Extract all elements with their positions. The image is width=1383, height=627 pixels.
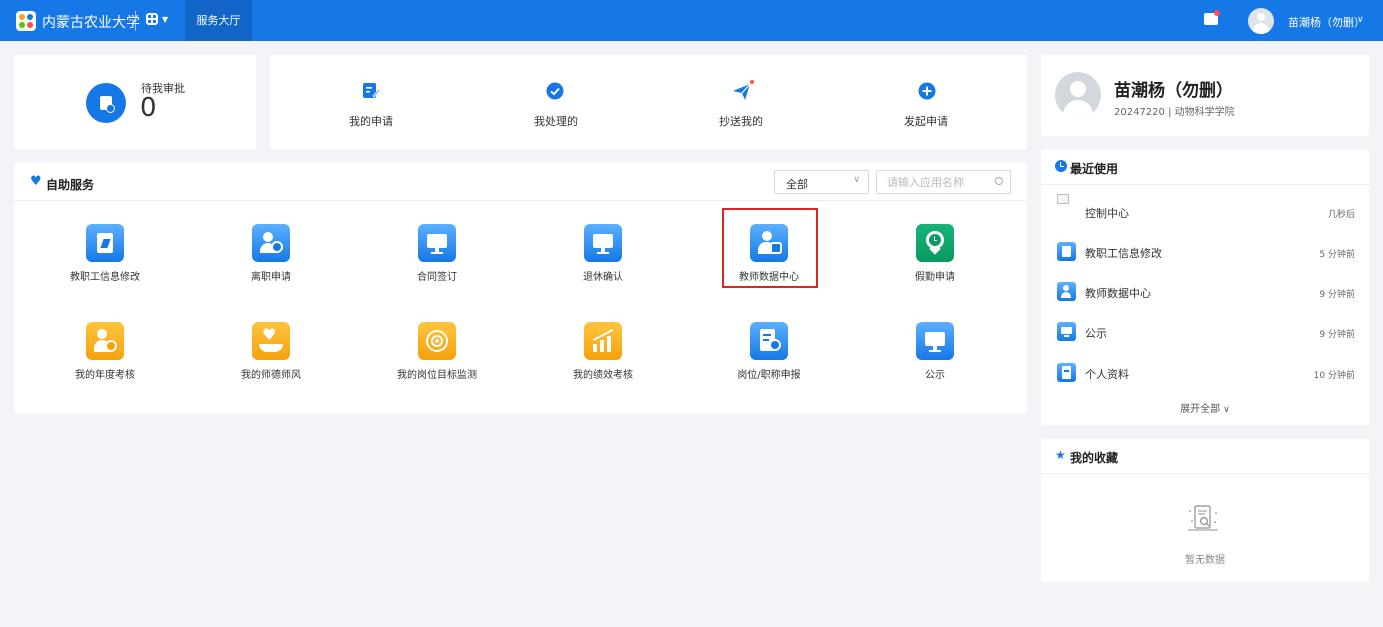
school-name[interactable]: 内蒙古农业大学: [42, 12, 140, 32]
recent-item[interactable]: 教师数据中心 9 分钟前: [1041, 272, 1369, 312]
app-post-target-monitor[interactable]: 我的岗位目标监测: [382, 322, 492, 394]
expand-all-button[interactable]: 展开全部 ∨: [1041, 400, 1369, 415]
paper-plane-icon: [733, 80, 754, 100]
app-annual-assessment[interactable]: 我的年度考核: [50, 322, 160, 394]
app-staff-info-edit[interactable]: 教职工信息修改: [50, 224, 160, 296]
monitor-icon: [418, 224, 456, 262]
recent-title: 最近使用: [1070, 162, 1119, 176]
target-icon: [418, 322, 456, 360]
chevron-down-icon: ∨: [1223, 405, 1230, 415]
location-clock-icon: [916, 224, 954, 262]
user-name[interactable]: 苗潮杨（勿删）: [1288, 14, 1365, 30]
monitor-icon: [1057, 322, 1076, 341]
quick-actions-card: [270, 55, 1027, 149]
app-switcher-icon[interactable]: [146, 13, 158, 25]
star-icon: ★: [1055, 448, 1066, 462]
app-contract-signing[interactable]: 合同签订: [382, 224, 492, 296]
select-value: 全部: [786, 178, 808, 191]
app-retirement-confirm[interactable]: 退休确认: [548, 224, 658, 296]
user-remove-icon: [252, 224, 290, 262]
chevron-down-icon: ∨: [853, 175, 860, 185]
pending-count[interactable]: 0: [140, 93, 157, 123]
profile-name: 苗潮杨（勿删）: [1114, 81, 1233, 101]
quick-my-applications[interactable]: 我的申请: [311, 113, 431, 129]
heart-hand-icon: ♥: [252, 322, 290, 360]
monitor-icon: [584, 224, 622, 262]
document-upload-icon: [750, 322, 788, 360]
app-search-input[interactable]: [876, 170, 1011, 194]
quick-processed-by-me[interactable]: 我处理的: [496, 113, 616, 129]
favorites-title: 我的收藏: [1070, 451, 1119, 465]
app-title-declaration[interactable]: 岗位/职称申报: [714, 322, 824, 394]
app-teacher-ethics[interactable]: ♥ 我的师德师风: [216, 322, 326, 394]
divider: [1041, 473, 1369, 474]
user-menu-chevron-icon[interactable]: ∨: [1357, 15, 1364, 25]
app-public-notice[interactable]: 公示: [880, 322, 990, 394]
recent-item[interactable]: 教职工信息修改 5 分钟前: [1041, 232, 1369, 272]
app-leave-request[interactable]: 假勤申请: [880, 224, 990, 296]
recent-item[interactable]: 控制中心 几秒后: [1041, 192, 1369, 232]
app-performance-review[interactable]: 我的绩效考核: [548, 322, 658, 394]
category-filter-select[interactable]: 全部 ∨: [774, 170, 869, 194]
clipboard-edit-icon: [1057, 242, 1076, 261]
user-badge-icon: [86, 322, 124, 360]
avatar[interactable]: [1055, 72, 1101, 118]
profile-card-icon: [1057, 363, 1076, 382]
divider: [1041, 184, 1369, 185]
section-title: 自助服务: [46, 178, 95, 192]
tab-service-hall[interactable]: 服务大厅: [185, 0, 252, 41]
app-resignation[interactable]: 离职申请: [216, 224, 326, 296]
check-circle-icon: [546, 82, 564, 100]
message-icon[interactable]: [1204, 10, 1220, 25]
empty-text: 暂无数据: [1185, 555, 1225, 566]
user-database-icon: [1057, 282, 1076, 301]
quick-cc-to-me[interactable]: 抄送我的: [681, 113, 801, 129]
edit-icon: [363, 83, 380, 98]
clipboard-edit-icon: [86, 224, 124, 262]
highlight-box: [722, 208, 818, 288]
empty-box-icon: [1188, 505, 1218, 531]
pending-card[interactable]: [14, 55, 256, 149]
approval-doc-icon: [86, 83, 126, 123]
trend-chart-icon: [584, 322, 622, 360]
profile-info: 20247220 | 动物科学学院: [1114, 107, 1235, 118]
search-icon[interactable]: [995, 177, 1003, 185]
divider: [135, 11, 136, 31]
top-bar: 内蒙古农业大学 ▼ 服务大厅 苗潮杨（勿删） ∨: [0, 0, 1383, 41]
school-logo-icon[interactable]: [16, 11, 36, 31]
heart-icon: ♥: [30, 174, 42, 189]
plus-circle-icon: [918, 82, 936, 100]
clock-icon: [1055, 160, 1067, 172]
recent-item[interactable]: 个人资料 10 分钟前: [1041, 353, 1369, 393]
avatar[interactable]: [1248, 8, 1274, 34]
quick-start-application[interactable]: 发起申请: [866, 113, 986, 129]
monitor-icon: [916, 322, 954, 360]
divider: [14, 200, 1027, 201]
chevron-down-icon[interactable]: ▼: [162, 15, 168, 24]
recent-item[interactable]: 公示 9 分钟前: [1041, 312, 1369, 352]
broken-image-icon: [1057, 194, 1069, 204]
